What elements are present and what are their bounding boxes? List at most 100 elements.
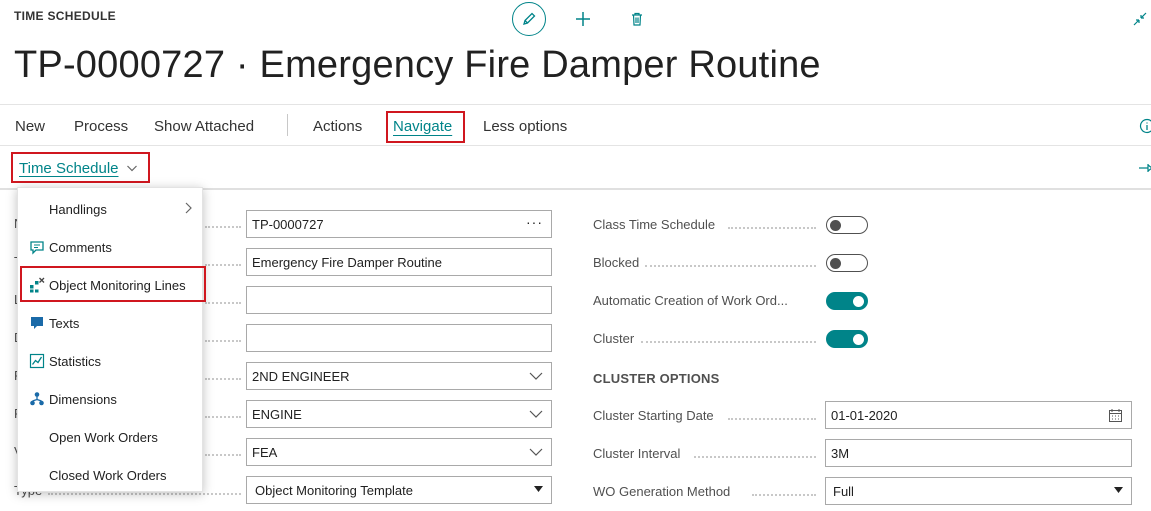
action-separator — [287, 114, 288, 136]
pin-icon[interactable] — [1139, 162, 1151, 174]
menu-item-label: Texts — [49, 316, 80, 331]
toggle-knob — [853, 295, 864, 307]
assist-edit-icon[interactable]: ··· — [526, 214, 543, 230]
chevron-down-icon[interactable] — [529, 447, 543, 457]
comment-icon — [30, 241, 44, 255]
responsible-field[interactable]: 2ND ENGINEER — [246, 362, 552, 390]
caret-down-icon — [1114, 487, 1123, 493]
description-value: Emergency Fire Damper Routine — [252, 255, 443, 270]
type-select[interactable]: Object Monitoring Template — [246, 476, 552, 504]
cluster-start-label: Cluster Starting Date — [593, 408, 714, 423]
menu-item-label: Open Work Orders — [49, 430, 158, 445]
less-options-action[interactable]: Less options — [483, 118, 567, 135]
dot-leader — [728, 418, 816, 420]
caret-down-icon — [534, 486, 543, 492]
class-time-schedule-toggle[interactable] — [826, 216, 868, 234]
navigate-subbar: Time Schedule — [0, 148, 1151, 190]
cluster-start-field[interactable]: 01-01-2020 — [825, 401, 1132, 429]
dot-leader — [205, 454, 241, 456]
menu-item-open-work-orders[interactable]: Open Work Orders — [18, 417, 204, 455]
wo-method-select[interactable]: Full — [825, 477, 1132, 505]
responsible-value: 2ND ENGINEER — [252, 369, 350, 384]
no-value: TP-0000727 — [252, 217, 324, 232]
dot-leader — [48, 493, 241, 495]
dot-leader — [205, 340, 241, 342]
dot-leader — [205, 226, 241, 228]
auto-creation-label: Automatic Creation of Work Ord... — [593, 293, 788, 308]
menu-item-closed-work-orders[interactable]: Closed Work Orders — [18, 455, 204, 493]
menu-item-label: Handlings — [49, 202, 107, 217]
dot-leader — [205, 378, 241, 380]
w-value: FEA — [252, 445, 278, 460]
department-field[interactable]: ENGINE — [246, 400, 552, 428]
plus-icon — [576, 12, 590, 26]
page-type-label: TIME SCHEDULE — [14, 9, 116, 23]
object-monitoring-highlight-box — [20, 266, 206, 302]
text-icon — [31, 317, 43, 329]
calendar-icon[interactable] — [1108, 408, 1123, 423]
type-value: Object Monitoring Template — [255, 483, 414, 498]
dot-leader — [205, 302, 241, 304]
navigate-highlight-box — [386, 111, 465, 143]
dot-leader — [205, 416, 241, 418]
wo-method-label: WO Generation Method — [593, 484, 731, 499]
menu-item-label: Statistics — [49, 354, 102, 369]
page-actions — [512, 2, 654, 36]
wo-method-value: Full — [833, 484, 854, 499]
cluster-start-value: 01-01-2020 — [831, 408, 898, 423]
class-time-schedule-label: Class Time Schedule — [593, 217, 716, 232]
menu-item-statistics[interactable]: Statistics — [18, 341, 204, 379]
cluster-label: Cluster — [593, 331, 635, 346]
actions-action[interactable]: Actions — [313, 118, 362, 135]
toggle-knob — [830, 219, 841, 231]
menu-item-dimensions[interactable]: Dimensions — [18, 379, 204, 417]
dot-leader — [752, 494, 816, 496]
show-attached-action[interactable]: Show Attached — [154, 118, 254, 135]
left-field-3[interactable] — [246, 286, 552, 314]
trash-icon — [632, 12, 642, 26]
time-schedule-dropdown: Handlings Comments Object Monitoring Lin… — [17, 187, 206, 493]
department-value: ENGINE — [252, 407, 302, 422]
dot-leader — [641, 341, 816, 343]
page-title: TP-0000727 · Emergency Fire Damper Routi… — [14, 44, 821, 86]
chevron-down-icon[interactable] — [529, 371, 543, 381]
toggle-knob — [830, 257, 841, 269]
action-bar: New Process Show Attached Actions Naviga… — [0, 104, 1151, 146]
delete-button[interactable] — [620, 2, 654, 36]
cluster-interval-field[interactable]: 3M — [825, 439, 1132, 467]
menu-item-label: Dimensions — [49, 392, 117, 407]
new-record-button[interactable] — [566, 2, 600, 36]
collapse-icon[interactable] — [1133, 12, 1147, 26]
cluster-options-heading: CLUSTER OPTIONS — [593, 371, 720, 386]
dot-leader — [205, 264, 241, 266]
no-field[interactable]: TP-0000727 ··· — [246, 210, 552, 238]
left-field-4[interactable] — [246, 324, 552, 352]
dot-leader — [645, 265, 816, 267]
pencil-icon — [523, 12, 536, 25]
dimensions-icon — [30, 392, 44, 406]
chevron-down-icon[interactable] — [529, 409, 543, 419]
cluster-interval-value: 3M — [831, 446, 850, 461]
menu-item-handlings[interactable]: Handlings — [18, 189, 204, 227]
cluster-interval-label: Cluster Interval — [593, 446, 681, 461]
cluster-toggle[interactable] — [826, 330, 868, 348]
new-action[interactable]: New — [15, 118, 45, 135]
info-icon[interactable] — [1139, 118, 1151, 134]
statistics-icon — [29, 353, 45, 369]
dot-leader — [728, 227, 816, 229]
description-field[interactable]: Emergency Fire Damper Routine — [246, 248, 552, 276]
dot-leader — [694, 456, 816, 458]
menu-item-comments[interactable]: Comments — [18, 227, 204, 265]
process-action[interactable]: Process — [74, 118, 128, 135]
auto-creation-toggle[interactable] — [826, 292, 868, 310]
edit-button[interactable] — [512, 2, 546, 36]
toggle-knob — [853, 333, 864, 345]
blocked-toggle[interactable] — [826, 254, 868, 272]
blocked-label: Blocked — [593, 255, 640, 270]
menu-item-label: Closed Work Orders — [49, 468, 167, 483]
chevron-right-icon — [185, 202, 192, 214]
menu-item-label: Comments — [49, 240, 112, 255]
w-field[interactable]: FEA — [246, 438, 552, 466]
time-schedule-highlight-box — [11, 152, 150, 183]
menu-item-texts[interactable]: Texts — [18, 303, 204, 341]
